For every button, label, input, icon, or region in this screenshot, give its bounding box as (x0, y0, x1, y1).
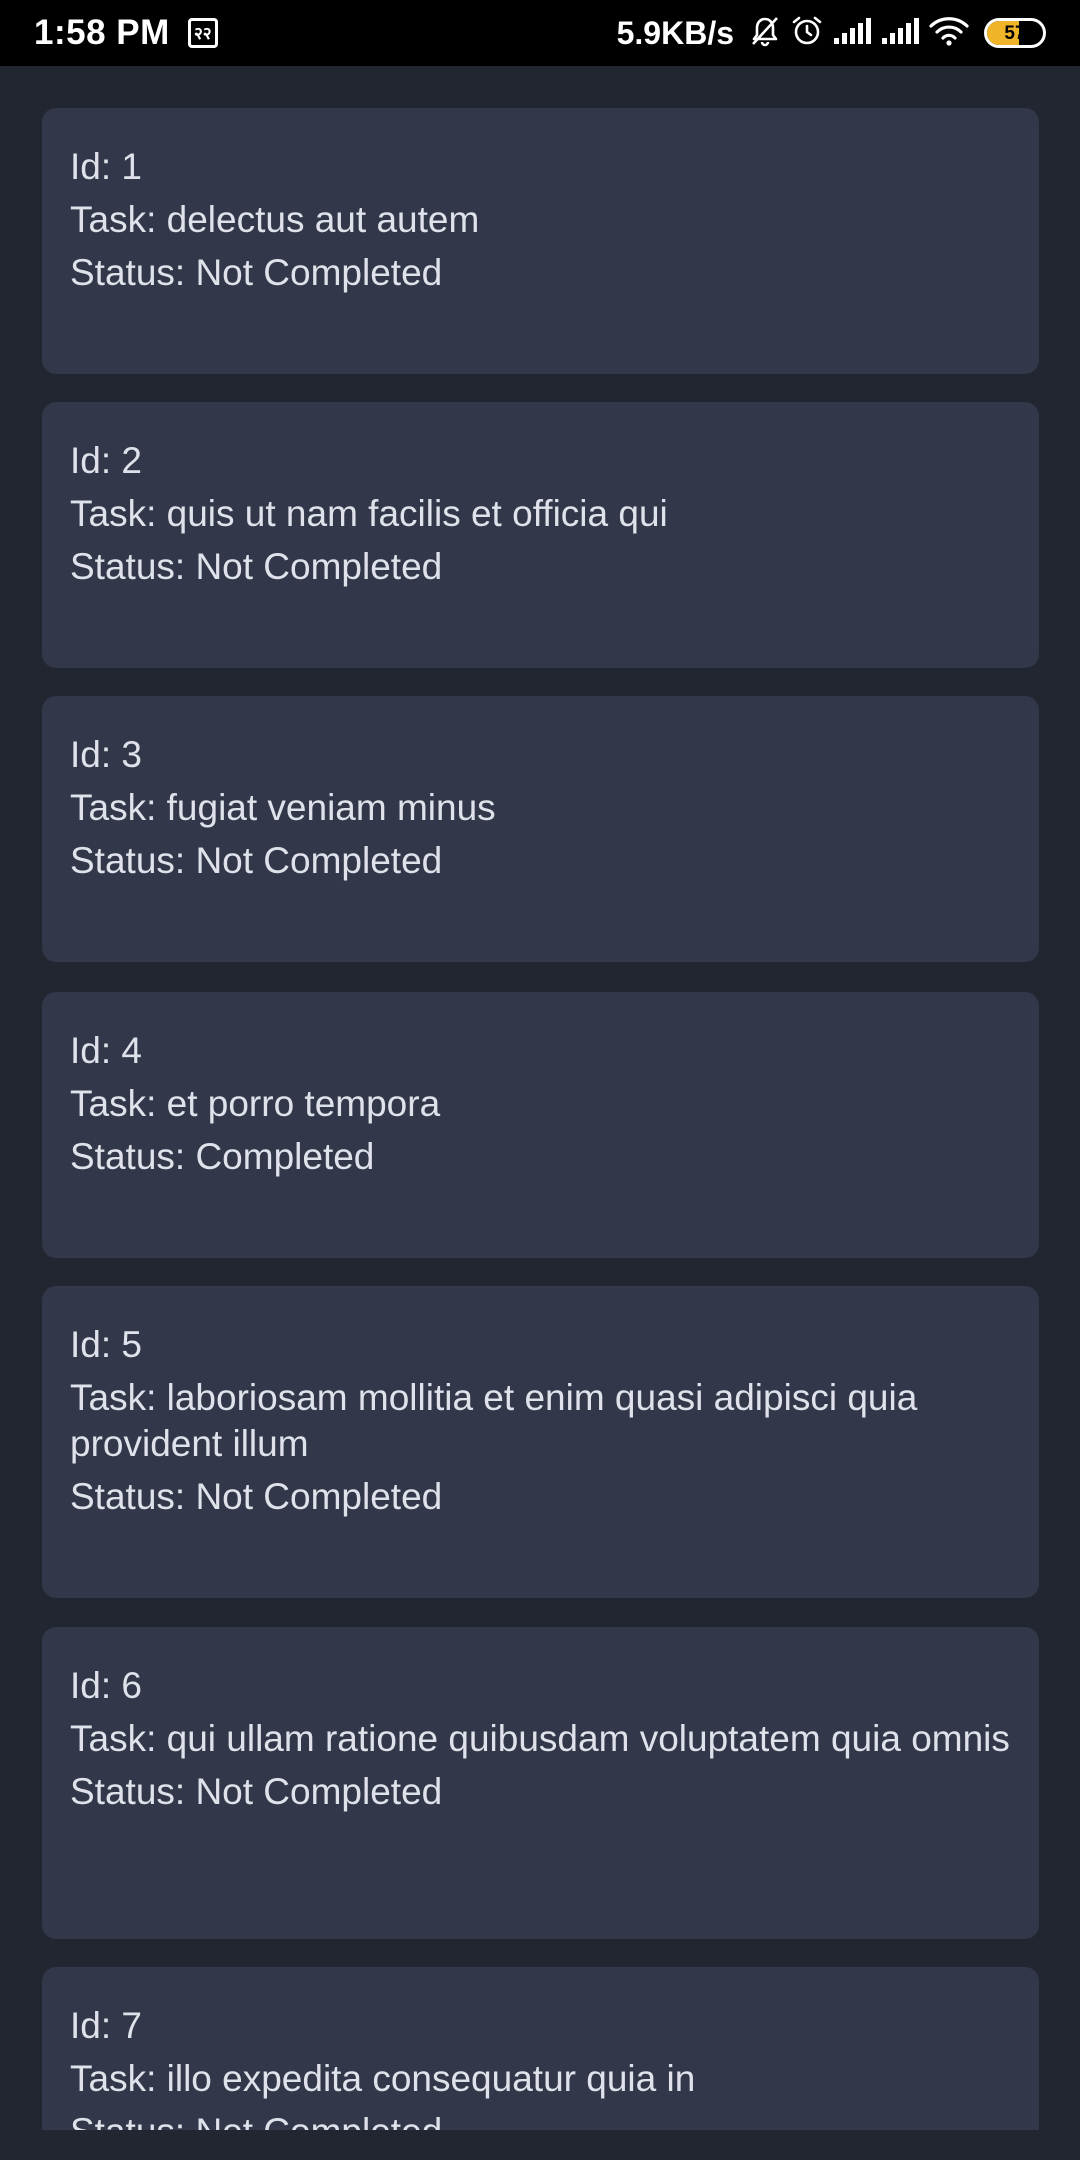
task-id: Id: 2 (70, 440, 142, 481)
task-list[interactable]: Id: 1 Task: delectus aut autem Status: N… (0, 66, 1080, 2130)
task-status: Status: Not Completed (70, 546, 443, 587)
network-speed: 5.9KB/s (616, 14, 734, 51)
task-card[interactable]: Id: 3 Task: fugiat veniam minus Status: … (42, 696, 1039, 962)
task-card[interactable]: Id: 4 Task: et porro tempora Status: Com… (42, 992, 1039, 1258)
alarm-icon (790, 14, 824, 53)
task-title: Task: fugiat veniam minus (70, 787, 496, 828)
task-title: Task: laboriosam mollitia et enim quasi … (70, 1377, 918, 1464)
task-status: Status: Not Completed (70, 1476, 443, 1517)
signal-icon (880, 16, 920, 51)
status-time: 1:58 PM (34, 13, 170, 52)
bell-off-icon (748, 14, 782, 53)
task-title: Task: qui ullam ratione quibusdam volupt… (70, 1718, 1010, 1759)
task-title: Task: quis ut nam facilis et officia qui (70, 493, 668, 534)
task-status: Status: Not Completed (70, 2109, 1011, 2130)
task-id: Id: 5 (70, 1324, 142, 1365)
task-id: Id: 6 (70, 1665, 142, 1706)
task-card[interactable]: Id: 5 Task: laboriosam mollitia et enim … (42, 1286, 1039, 1598)
signal-icon (832, 16, 872, 51)
wifi-icon (928, 15, 970, 52)
app-notification-icon: २२ (187, 18, 218, 48)
status-bar: 1:58 PM २२ 5.9KB/s 57 (0, 0, 1080, 66)
task-id: Id: 4 (70, 1030, 142, 1071)
task-title: Task: delectus aut autem (70, 199, 480, 240)
task-status: Status: Not Completed (70, 840, 443, 881)
task-card[interactable]: Id: 6 Task: qui ullam ratione quibusdam … (42, 1627, 1039, 1939)
task-card[interactable]: Id: 2 Task: quis ut nam facilis et offic… (42, 402, 1039, 668)
task-status: Status: Completed (70, 1136, 375, 1177)
battery-level: 57 (1004, 22, 1026, 44)
task-id: Id: 7 (70, 2005, 142, 2046)
status-icons: 5.9KB/s 57 (617, 14, 1046, 53)
task-title: Task: et porro tempora (70, 1083, 441, 1124)
task-card[interactable]: Id: 7 Task: illo expedita consequatur qu… (42, 1967, 1039, 2130)
task-id: Id: 3 (70, 734, 142, 775)
task-card[interactable]: Id: 1 Task: delectus aut autem Status: N… (42, 108, 1039, 374)
task-status: Status: Not Completed (70, 252, 443, 293)
task-status: Status: Not Completed (70, 1771, 443, 1812)
task-title: Task: illo expedita consequatur quia in (70, 2058, 696, 2099)
battery-icon: 57 (984, 18, 1046, 48)
task-id: Id: 1 (70, 146, 142, 187)
